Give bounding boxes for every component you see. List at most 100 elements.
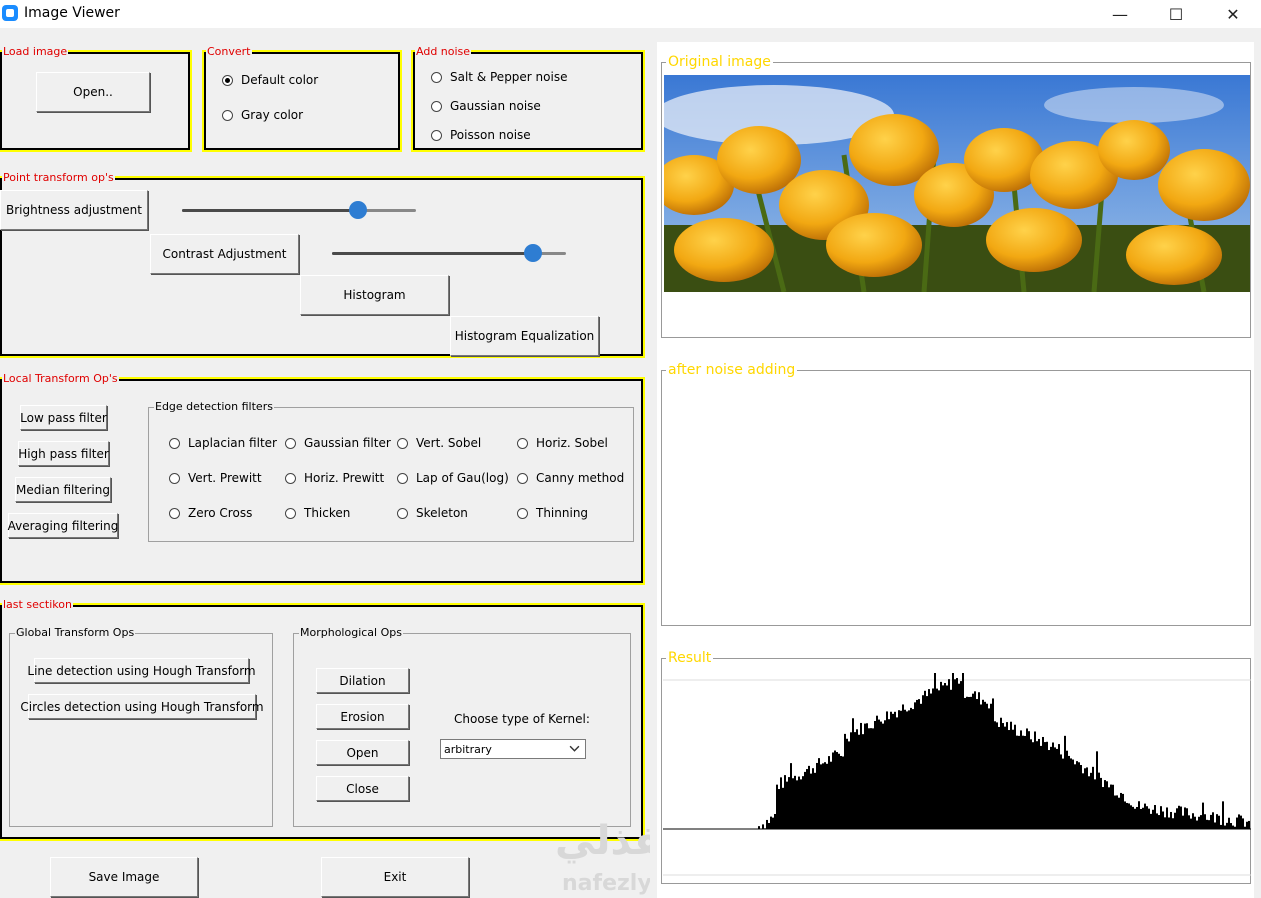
local-transform-legend: Local Transform Op's	[2, 372, 119, 386]
contrast-button[interactable]: Contrast Adjustment	[150, 234, 299, 274]
radio-icon	[397, 507, 408, 519]
line-detection-button[interactable]: Line detection using Hough Transform	[27, 658, 256, 683]
radio-thinning[interactable]: Thinning	[517, 506, 588, 520]
histogram-bar	[784, 775, 786, 829]
histogram-bar	[1156, 813, 1158, 829]
radio-skeleton[interactable]: Skeleton	[397, 506, 468, 520]
histogram-bar	[870, 728, 872, 829]
histogram-bar	[1116, 795, 1118, 829]
histogram-bar	[1100, 777, 1102, 829]
last-section-legend: last sectikon	[2, 598, 73, 612]
histogram-bar	[1188, 815, 1190, 829]
radio-icon	[285, 437, 296, 449]
median-filtering-button[interactable]: Median filtering	[15, 477, 111, 502]
histogram-bar	[1182, 815, 1184, 829]
histogram-bar	[1112, 784, 1114, 829]
radio-gaussian-noise[interactable]: Gaussian noise	[431, 99, 541, 113]
radio-default-color[interactable]: Default color	[222, 73, 318, 87]
histogram-bar	[1128, 803, 1130, 829]
slider-knob[interactable]	[348, 201, 367, 219]
low-pass-button[interactable]: Low pass filter	[20, 405, 107, 430]
radio-horiz-sobel[interactable]: Horiz. Sobel	[517, 436, 608, 450]
histogram-bar	[846, 738, 848, 829]
radio-label: Gaussian noise	[450, 99, 541, 113]
histogram-bar	[924, 690, 926, 829]
original-image-panel: Original image	[661, 53, 1251, 338]
histogram-bar	[942, 685, 944, 829]
radio-icon	[517, 437, 528, 449]
histogram-bar	[1028, 731, 1030, 829]
histogram-bar	[864, 723, 866, 829]
histogram-bar	[928, 689, 930, 829]
histogram-bar	[1018, 735, 1020, 829]
kernel-select[interactable]: arbitrary	[440, 739, 586, 759]
maximize-button[interactable]: ☐	[1148, 0, 1204, 28]
radio-icon	[169, 507, 180, 519]
histogram-bar	[832, 752, 834, 829]
histogram-bar	[796, 780, 798, 829]
histogram-bar	[938, 690, 940, 829]
high-pass-button[interactable]: High pass filter	[18, 441, 109, 466]
radio-zero-cross[interactable]: Zero Cross	[169, 506, 252, 520]
histogram-bar	[1030, 739, 1032, 829]
brightness-button[interactable]: Brightness adjustment	[0, 190, 148, 230]
original-image-legend: Original image	[666, 53, 773, 71]
histogram-bar	[842, 756, 844, 829]
histogram-bar	[1092, 766, 1094, 829]
histogram-bar	[1056, 748, 1058, 829]
radio-icon	[431, 129, 442, 141]
minimize-button[interactable]: —	[1092, 0, 1148, 28]
radio-laplacian[interactable]: Laplacian filter	[169, 436, 277, 450]
convert-frame: Convert Default color Gray color	[204, 45, 400, 150]
close-button[interactable]: ✕	[1205, 0, 1261, 28]
radio-gaussian-filter[interactable]: Gaussian filter	[285, 436, 391, 450]
histogram-bar	[862, 734, 864, 829]
erosion-button[interactable]: Erosion	[316, 704, 409, 729]
histogram-bar	[1086, 767, 1088, 829]
radio-thicken[interactable]: Thicken	[285, 506, 350, 520]
histogram-bar	[852, 718, 854, 829]
histogram-button[interactable]: Histogram	[300, 275, 449, 315]
histogram-bar	[1020, 730, 1022, 829]
histogram-bar	[1026, 728, 1028, 829]
radio-vert-sobel[interactable]: Vert. Sobel	[397, 436, 481, 450]
save-image-button[interactable]: Save Image	[50, 857, 198, 897]
brightness-slider[interactable]	[182, 200, 416, 220]
histogram-bar	[1218, 815, 1220, 829]
histogram-bar	[1130, 805, 1132, 829]
histogram-bar	[790, 763, 792, 829]
histogram-bar	[976, 699, 978, 829]
histogram-bar	[1068, 755, 1070, 829]
close-morph-button[interactable]: Close	[316, 776, 409, 801]
histogram-bar	[858, 734, 860, 829]
exit-button[interactable]: Exit	[321, 857, 469, 897]
dilation-button[interactable]: Dilation	[316, 668, 409, 693]
open-button[interactable]: Open..	[36, 72, 150, 112]
histogram-bar	[808, 765, 810, 829]
open-morph-button[interactable]: Open	[316, 740, 409, 765]
histogram-bar	[934, 673, 936, 829]
local-transform-frame: Local Transform Op's Low pass filter Hig…	[0, 372, 643, 583]
histogram-bar	[1204, 814, 1206, 829]
histogram-bar	[772, 817, 774, 829]
histogram-bar	[1142, 807, 1144, 829]
slider-knob[interactable]	[524, 244, 543, 262]
radio-gray-color[interactable]: Gray color	[222, 108, 303, 122]
radio-salt-pepper[interactable]: Salt & Pepper noise	[431, 70, 567, 84]
histogram-bar	[1222, 801, 1224, 829]
radio-horiz-prewitt[interactable]: Horiz. Prewitt	[285, 471, 384, 485]
histogram-bar	[800, 779, 802, 829]
morphological-group: Morphological Ops Dilation Erosion Open …	[293, 626, 631, 827]
radio-lap-of-gau[interactable]: Lap of Gau(log)	[397, 471, 509, 485]
histogram-bar	[1132, 806, 1134, 829]
circles-detection-button[interactable]: Circles detection using Hough Transform	[20, 694, 264, 719]
histogram-bars	[663, 673, 1251, 830]
averaging-filtering-button[interactable]: Averaging filtering	[8, 513, 118, 538]
histogram-bar	[1094, 779, 1096, 829]
radio-canny[interactable]: Canny method	[517, 471, 624, 485]
radio-vert-prewitt[interactable]: Vert. Prewitt	[169, 471, 262, 485]
histogram-equalization-button[interactable]: Histogram Equalization	[450, 316, 599, 356]
contrast-slider[interactable]	[332, 243, 566, 263]
histogram-bar	[1084, 768, 1086, 829]
radio-poisson-noise[interactable]: Poisson noise	[431, 128, 531, 142]
